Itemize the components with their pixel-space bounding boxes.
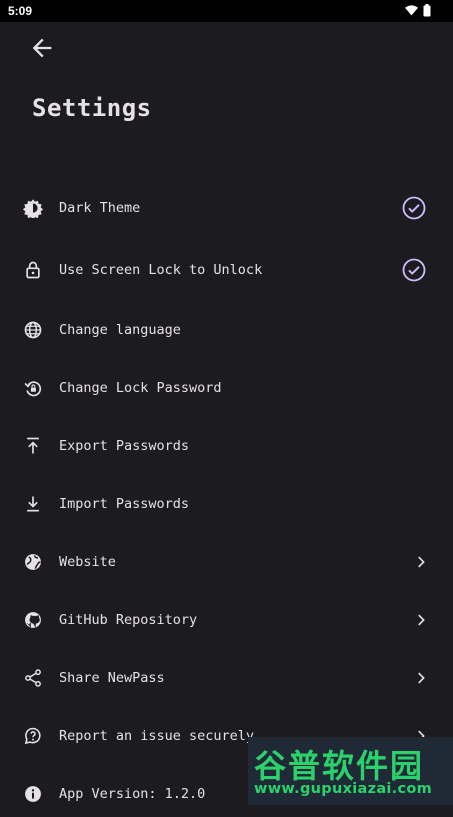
setting-label: GitHub Repository: [59, 612, 198, 628]
share-icon: [25, 669, 41, 687]
info-icon: [25, 786, 41, 802]
setting-label: Share NewPass: [59, 670, 165, 686]
setting-label: Use Screen Lock to Unlock: [59, 262, 263, 278]
watermark-url: www.gupuxiazai.com: [254, 781, 433, 797]
back-arrow-icon[interactable]: [28, 34, 56, 62]
upload-icon: [27, 437, 39, 454]
battery-icon: [423, 4, 431, 17]
watermark-logo: 谷普软件园 www.gupuxiazai.com: [248, 737, 453, 805]
check-circle-icon[interactable]: [402, 258, 426, 282]
wifi-icon: [405, 5, 418, 16]
github-icon: [25, 612, 41, 628]
chevron-right-icon: [418, 614, 425, 626]
setting-github-repository[interactable]: GitHub Repository: [0, 597, 453, 643]
chevron-right-icon: [418, 672, 425, 684]
status-time: 5:09: [8, 4, 33, 18]
report-icon: [24, 727, 41, 745]
lock-icon: [26, 261, 40, 279]
setting-website[interactable]: Website: [0, 539, 453, 585]
setting-label: Change Lock Password: [59, 380, 222, 396]
setting-screen-lock[interactable]: Use Screen Lock to Unlock: [0, 247, 453, 293]
setting-share-newpass[interactable]: Share NewPass: [0, 655, 453, 701]
setting-change-language[interactable]: Change language: [0, 307, 453, 353]
setting-export-passwords[interactable]: Export Passwords: [0, 423, 453, 469]
setting-import-passwords[interactable]: Import Passwords: [0, 481, 453, 527]
brightness-icon: [23, 199, 43, 218]
page-title: Settings: [32, 94, 152, 122]
chevron-right-icon: [418, 556, 425, 568]
setting-change-lock-password[interactable]: Change Lock Password: [0, 365, 453, 411]
check-circle-icon[interactable]: [402, 196, 426, 220]
setting-label: Import Passwords: [59, 496, 190, 512]
public-globe-icon: [25, 554, 41, 570]
status-bar: 5:09: [0, 0, 453, 22]
setting-label: Website: [59, 554, 116, 570]
download-icon: [27, 496, 39, 512]
setting-dark-theme[interactable]: Dark Theme: [0, 185, 453, 231]
setting-label: Export Passwords: [59, 438, 190, 454]
setting-label: Change language: [59, 322, 181, 338]
status-icons: [405, 4, 431, 17]
globe-icon: [24, 321, 42, 339]
setting-label: Dark Theme: [59, 200, 141, 216]
setting-label: Report an issue securely: [59, 728, 255, 744]
setting-label: App Version: 1.2.0: [59, 786, 206, 802]
lock-reset-icon: [24, 381, 42, 397]
